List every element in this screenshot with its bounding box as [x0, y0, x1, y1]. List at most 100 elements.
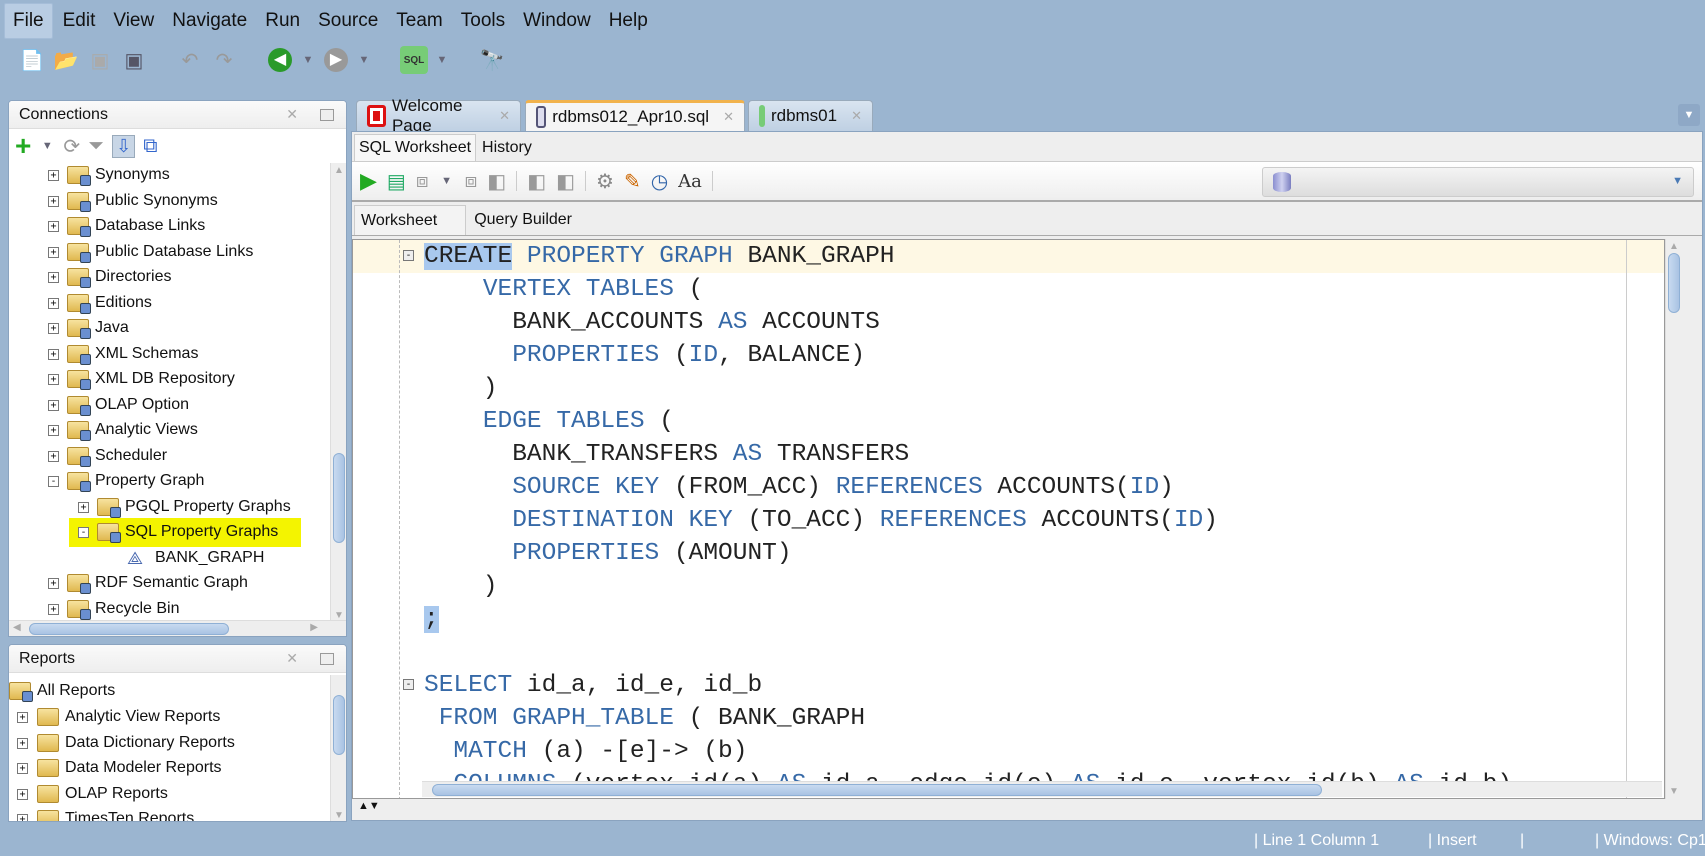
binoculars-icon[interactable]: 🔭: [478, 46, 506, 74]
expand-icon[interactable]: +: [78, 501, 89, 513]
close-tab-icon[interactable]: ✕: [851, 108, 862, 124]
fold-icon[interactable]: -: [403, 250, 414, 261]
split-arrows-icon[interactable]: ▲▼: [358, 800, 380, 812]
expand-icon[interactable]: +: [48, 450, 59, 462]
filter-icon[interactable]: ⏷: [88, 135, 104, 158]
menu-tools[interactable]: Tools: [453, 4, 513, 38]
fold-icon[interactable]: -: [403, 679, 414, 690]
expand-icon[interactable]: +: [48, 323, 59, 334]
collapse-all-icon[interactable]: ⧉: [143, 135, 157, 158]
tree-item[interactable]: Database Links: [67, 214, 205, 238]
clear-icon[interactable]: ✎: [624, 169, 641, 194]
expand-icon[interactable]: +: [48, 170, 59, 181]
save-icon[interactable]: ▣: [86, 46, 114, 74]
undo-icon[interactable]: ↶: [176, 46, 204, 74]
collapse-icon[interactable]: -: [48, 476, 59, 487]
sql-worksheet-icon[interactable]: SQL: [400, 46, 428, 74]
minimize-icon[interactable]: [320, 652, 334, 665]
menu-navigate[interactable]: Navigate: [164, 4, 255, 38]
back-dropdown-icon[interactable]: ▼: [300, 54, 316, 66]
back-icon[interactable]: ◀: [266, 46, 294, 74]
tree-item[interactable]: Scheduler: [67, 444, 167, 468]
expand-icon[interactable]: +: [48, 399, 59, 411]
sql-history-icon[interactable]: ◷: [651, 169, 668, 194]
add-connection-icon[interactable]: +: [15, 130, 31, 162]
collapse-icon[interactable]: -: [78, 527, 89, 538]
tree-item[interactable]: Recycle Bin: [67, 597, 179, 621]
expand-icon[interactable]: +: [48, 221, 59, 232]
expand-icon[interactable]: +: [48, 374, 59, 385]
close-tab-icon[interactable]: ✕: [499, 108, 510, 124]
editor-hscrollbar[interactable]: [422, 781, 1662, 797]
tuning-icon[interactable]: ◧: [487, 169, 506, 194]
format-case-icon[interactable]: Aa: [678, 171, 702, 192]
tree-item[interactable]: Data Dictionary Reports: [37, 731, 235, 755]
editor-vscrollbar[interactable]: ▲ ▼: [1665, 239, 1681, 799]
tree-item[interactable]: Java: [67, 316, 129, 340]
menu-file[interactable]: File: [4, 2, 53, 39]
expand-icon[interactable]: +: [48, 348, 59, 360]
sql-dropdown-icon[interactable]: ▼: [434, 54, 450, 66]
tree-item[interactable]: Data Modeler Reports: [37, 756, 222, 780]
menu-view[interactable]: View: [105, 4, 162, 38]
tree-item[interactable]: Editions: [67, 291, 152, 315]
tab-list-dropdown-icon[interactable]: ▼: [1678, 104, 1700, 126]
forward-icon[interactable]: ▶: [322, 46, 350, 74]
menu-run[interactable]: Run: [257, 4, 308, 38]
expand-icon[interactable]: +: [48, 297, 59, 309]
minimize-icon[interactable]: [320, 108, 334, 121]
connection-select[interactable]: ▼: [1262, 167, 1694, 197]
tree-item[interactable]: Synonyms: [67, 163, 170, 187]
run-statement-icon[interactable]: ▶: [360, 168, 377, 194]
tree-item[interactable]: TimesTen Reports: [37, 807, 194, 821]
tab-worksheet[interactable]: Worksheet: [354, 205, 467, 235]
redo-icon[interactable]: ↷: [210, 46, 238, 74]
tab-rdbms01[interactable]: rdbms01 ✕: [748, 100, 873, 131]
rollback-icon[interactable]: ◧: [556, 169, 575, 194]
schema-browser-icon[interactable]: ⇩: [112, 134, 136, 158]
menu-source[interactable]: Source: [310, 4, 386, 38]
code-editor[interactable]: - - CREATE PROPERTY GRAPH BANK_GRAPH VER…: [352, 239, 1665, 799]
expand-icon[interactable]: +: [48, 272, 59, 283]
close-icon[interactable]: ✕: [286, 106, 298, 123]
tree-item[interactable]: XML Schemas: [67, 342, 198, 366]
tree-item[interactable]: OLAP Option: [67, 393, 189, 417]
open-icon[interactable]: 📂: [52, 46, 80, 74]
tree-item[interactable]: SQL Property Graphs: [97, 520, 278, 544]
expand-icon[interactable]: +: [17, 814, 28, 821]
tree-item[interactable]: RDF Semantic Graph: [67, 571, 248, 595]
tree-item[interactable]: Analytic Views: [67, 418, 198, 442]
tree-item-all-reports[interactable]: All Reports: [9, 679, 115, 703]
tab-sql-worksheet[interactable]: SQL Worksheet: [354, 134, 477, 161]
tree-item[interactable]: Public Synonyms: [67, 189, 218, 213]
tree-item[interactable]: Analytic View Reports: [37, 705, 220, 729]
forward-dropdown-icon[interactable]: ▼: [356, 54, 372, 66]
tab-welcome-page[interactable]: Welcome Page ✕: [356, 96, 521, 135]
expand-icon[interactable]: +: [17, 737, 28, 749]
tree-item[interactable]: Public Database Links: [67, 240, 253, 264]
expand-icon[interactable]: +: [48, 578, 59, 589]
commit-icon[interactable]: ◧: [527, 169, 546, 194]
expand-icon[interactable]: +: [48, 246, 59, 258]
expand-icon[interactable]: +: [48, 195, 59, 207]
autotrace-dropdown-icon[interactable]: ▼: [439, 175, 455, 187]
tab-rdbms012-apr10-sql[interactable]: rdbms012_Apr10.sql ✕: [525, 100, 745, 131]
save-all-icon[interactable]: ▣: [120, 46, 148, 74]
expand-icon[interactable]: +: [17, 788, 28, 800]
tab-history[interactable]: History: [476, 135, 538, 161]
tree-item[interactable]: PGQL Property Graphs: [97, 495, 291, 519]
close-icon[interactable]: ✕: [286, 650, 298, 667]
unshared-sql-icon[interactable]: ⚙: [596, 169, 614, 194]
connections-vscrollbar[interactable]: ▲ ▼: [330, 163, 346, 623]
autotrace-icon[interactable]: ⧈: [416, 170, 429, 193]
tree-item[interactable]: ⟁ BANK_GRAPH: [127, 546, 264, 570]
menu-edit[interactable]: Edit: [55, 4, 104, 38]
tree-item[interactable]: Property Graph: [67, 469, 204, 493]
run-script-icon[interactable]: ▤: [387, 169, 406, 194]
explain-plan-icon[interactable]: ⧈: [465, 170, 478, 193]
tree-item[interactable]: OLAP Reports: [37, 782, 168, 806]
menu-help[interactable]: Help: [601, 4, 656, 38]
expand-icon[interactable]: +: [17, 712, 28, 723]
close-tab-icon[interactable]: ✕: [723, 109, 734, 125]
expand-icon[interactable]: +: [48, 603, 59, 615]
